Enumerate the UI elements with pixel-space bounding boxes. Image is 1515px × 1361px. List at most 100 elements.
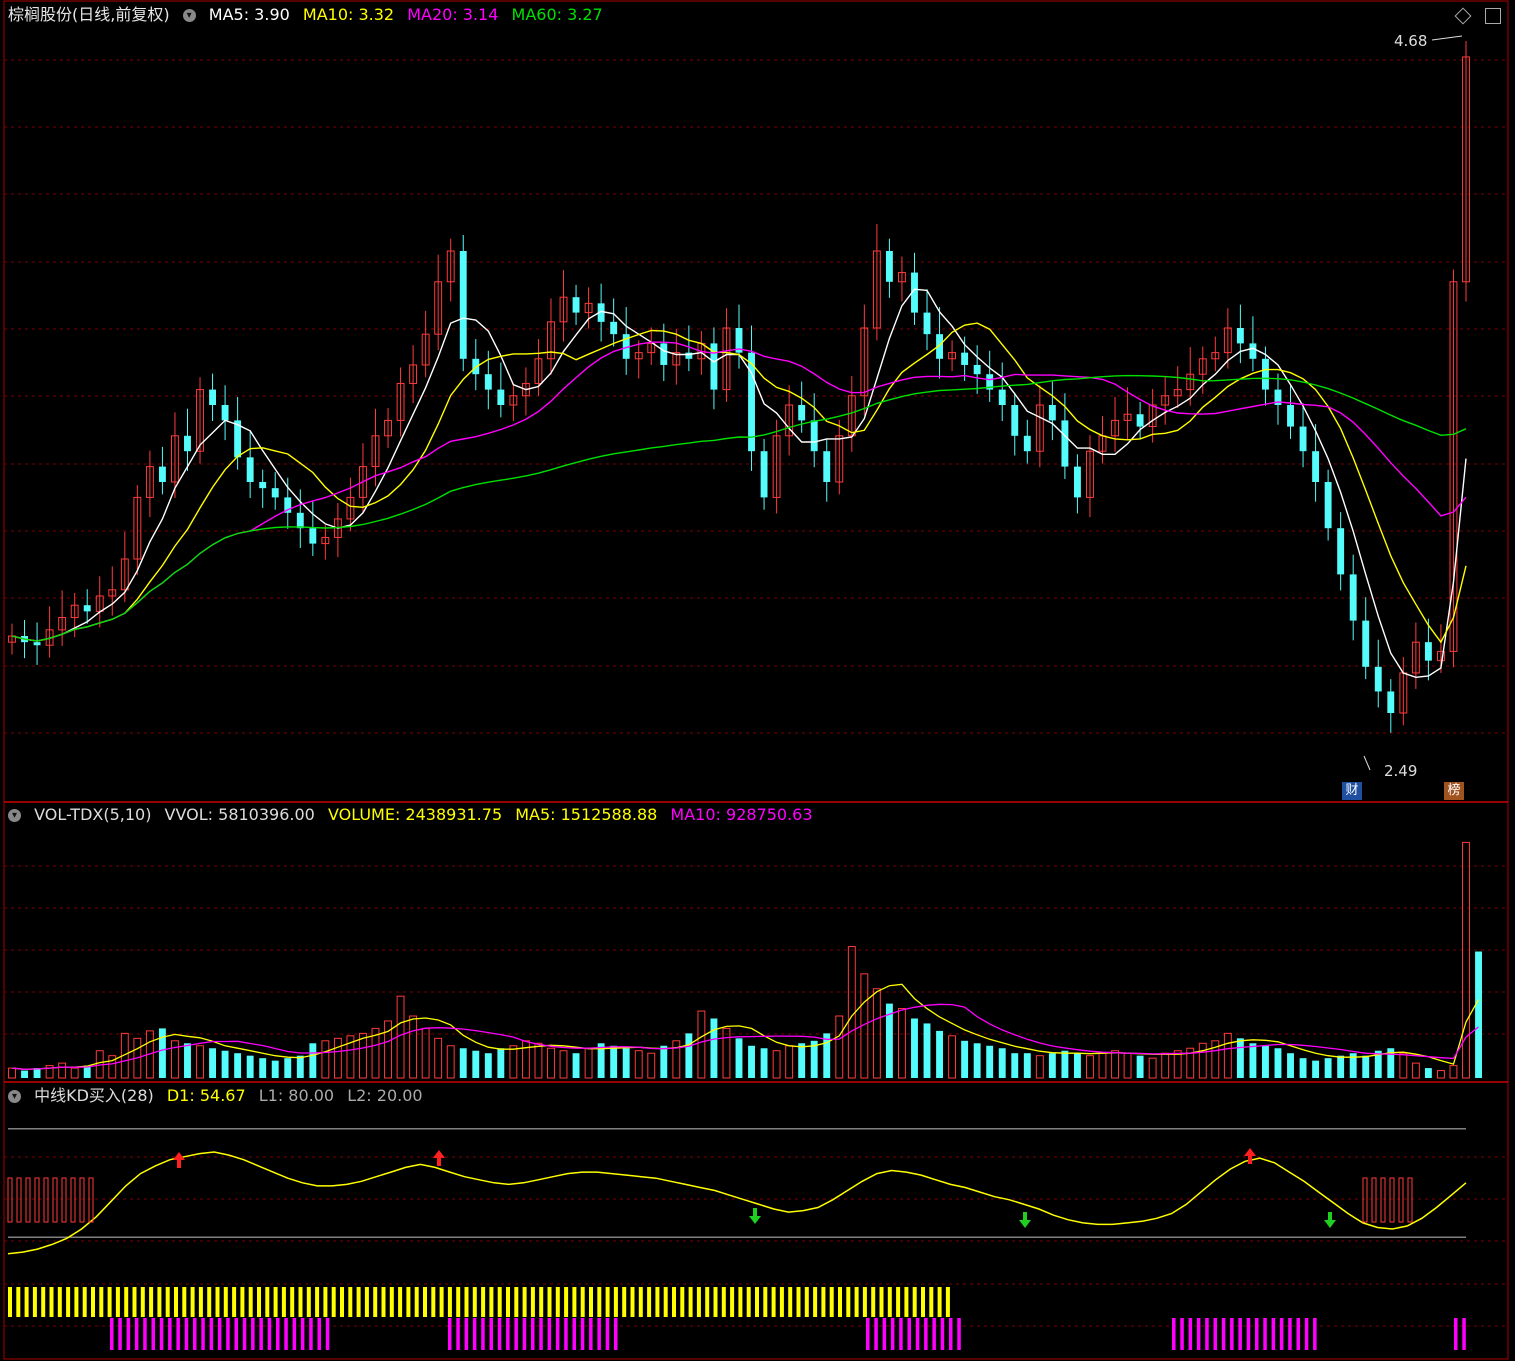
yellow-signal-bar [248, 1287, 253, 1317]
chevron-down-icon[interactable]: ▾ [8, 1090, 21, 1103]
yellow-signal-bar [680, 1287, 685, 1317]
yellow-signal-bar [663, 1287, 668, 1317]
volume-bar-down [798, 1043, 806, 1078]
magenta-signal-bar [168, 1318, 172, 1350]
volume-bar-down [259, 1058, 267, 1078]
yellow-signal-bar [547, 1287, 552, 1317]
yellow-signal-bar [829, 1287, 834, 1317]
magenta-signal-bar [514, 1318, 518, 1350]
candle-body-down [823, 451, 831, 482]
volume-bar-down [936, 1030, 943, 1078]
yellow-signal-bar [788, 1287, 793, 1317]
volume-ma10-line [11, 1003, 1479, 1070]
volume-bar-down [497, 1048, 505, 1078]
kd-signal-bar [16, 1177, 22, 1223]
yellow-signal-bar [912, 1287, 917, 1317]
volume-bar-up [1111, 1050, 1119, 1079]
yellow-signal-bar [564, 1287, 569, 1317]
volume-bar-up [359, 1032, 367, 1079]
kd-signal-bar [61, 1177, 67, 1223]
ma10-label: MA10: 3.32 [302, 5, 395, 24]
yellow-signal-bar [198, 1287, 203, 1317]
magenta-signal-bar [1238, 1318, 1242, 1350]
yellow-signal-bar [340, 1287, 344, 1317]
vol-indicator-name: VOL-TDX(5,10) [34, 805, 152, 824]
yellow-signal-bar [514, 1287, 519, 1317]
magenta-signal-bar [464, 1318, 469, 1350]
magenta-signal-bar [267, 1318, 272, 1350]
candle-body-down [221, 405, 229, 421]
chevron-down-icon[interactable]: ▾ [8, 809, 21, 822]
candle-body-down [83, 605, 91, 612]
yellow-signal-bar [871, 1287, 876, 1317]
magenta-signal-bar [605, 1318, 610, 1350]
l2-label: L2: 20.00 [347, 1086, 423, 1105]
volume-bar-up [333, 1037, 342, 1079]
candle-body-down [259, 482, 267, 489]
yellow-signal-bar [306, 1287, 311, 1317]
magenta-signal-bar [1213, 1318, 1217, 1350]
ma20-line [11, 341, 1467, 642]
volume-bar-up [434, 1037, 443, 1079]
yellow-signal-bar [896, 1287, 901, 1317]
magenta-signal-bar [118, 1318, 122, 1350]
magenta-signal-bar [1313, 1318, 1317, 1350]
magenta-signal-bar [259, 1318, 263, 1350]
volume-bar-up [1411, 1062, 1420, 1079]
candle-body-down [1048, 405, 1056, 421]
yellow-signal-bar [207, 1287, 212, 1317]
volume-bar-up [171, 1040, 179, 1079]
yellow-signal-bar [597, 1287, 602, 1317]
yellow-signal-bar [705, 1287, 710, 1317]
volume-bar-up [772, 1050, 781, 1079]
magenta-signal-bar [251, 1318, 255, 1350]
yellow-signal-bar [281, 1287, 286, 1317]
magenta-signal-bar [522, 1318, 527, 1350]
volume-bar-down [911, 1018, 918, 1078]
magenta-signal-bar [159, 1318, 164, 1350]
volume-bar-up [898, 1008, 906, 1079]
volume-bar-down [998, 1048, 1006, 1078]
volume-bar-down [1475, 951, 1482, 1078]
volume-bar-up [396, 995, 405, 1079]
magenta-signal-bar [882, 1318, 887, 1350]
volume-bar-up [1148, 1057, 1157, 1079]
candle-body-down [1249, 343, 1257, 359]
volume-ma5-line [11, 983, 1480, 1070]
magenta-signal-bar [448, 1318, 452, 1350]
rank-badge[interactable]: 榜 [1444, 782, 1464, 800]
volume-bar-up [785, 1045, 794, 1079]
yellow-signal-bar [937, 1287, 942, 1317]
candle-body-down [1262, 358, 1269, 390]
magenta-signal-bar [489, 1318, 493, 1350]
ma60-line [11, 374, 1467, 642]
yellow-signal-bar [945, 1287, 950, 1317]
window-restore-icon[interactable] [1485, 8, 1501, 24]
candle-body-down [1299, 426, 1307, 452]
magenta-signal-bar [899, 1318, 903, 1350]
volume-bar-down [234, 1053, 242, 1078]
ma10-line [11, 322, 1467, 644]
yellow-signal-bar [796, 1287, 801, 1317]
yellow-signal-bar [921, 1287, 925, 1317]
magenta-signal-bar [1462, 1318, 1466, 1350]
finance-badge[interactable]: 财 [1342, 782, 1362, 800]
candle-body-down [572, 297, 580, 313]
candle-body-down [246, 457, 254, 482]
volume-bar-up [1436, 1070, 1445, 1079]
kd-signal-bar [43, 1177, 49, 1223]
yellow-signal-bar [414, 1287, 419, 1317]
magenta-signal-bar [915, 1318, 920, 1350]
magenta-signal-bar [217, 1318, 222, 1350]
kd-signal-bar [1407, 1177, 1413, 1223]
volume-bar-down [973, 1043, 981, 1078]
stock-chart-canvas[interactable] [0, 0, 1515, 1361]
chevron-down-icon[interactable]: ▾ [182, 9, 196, 22]
kd-signal-bar [1380, 1177, 1386, 1223]
candle-body-down [33, 642, 41, 646]
volume-bar-up [872, 988, 881, 1079]
volume-bar-up [446, 1045, 455, 1079]
yellow-signal-bar [613, 1287, 618, 1317]
magenta-signal-bar [1196, 1318, 1201, 1350]
yellow-signal-bar [107, 1287, 112, 1317]
